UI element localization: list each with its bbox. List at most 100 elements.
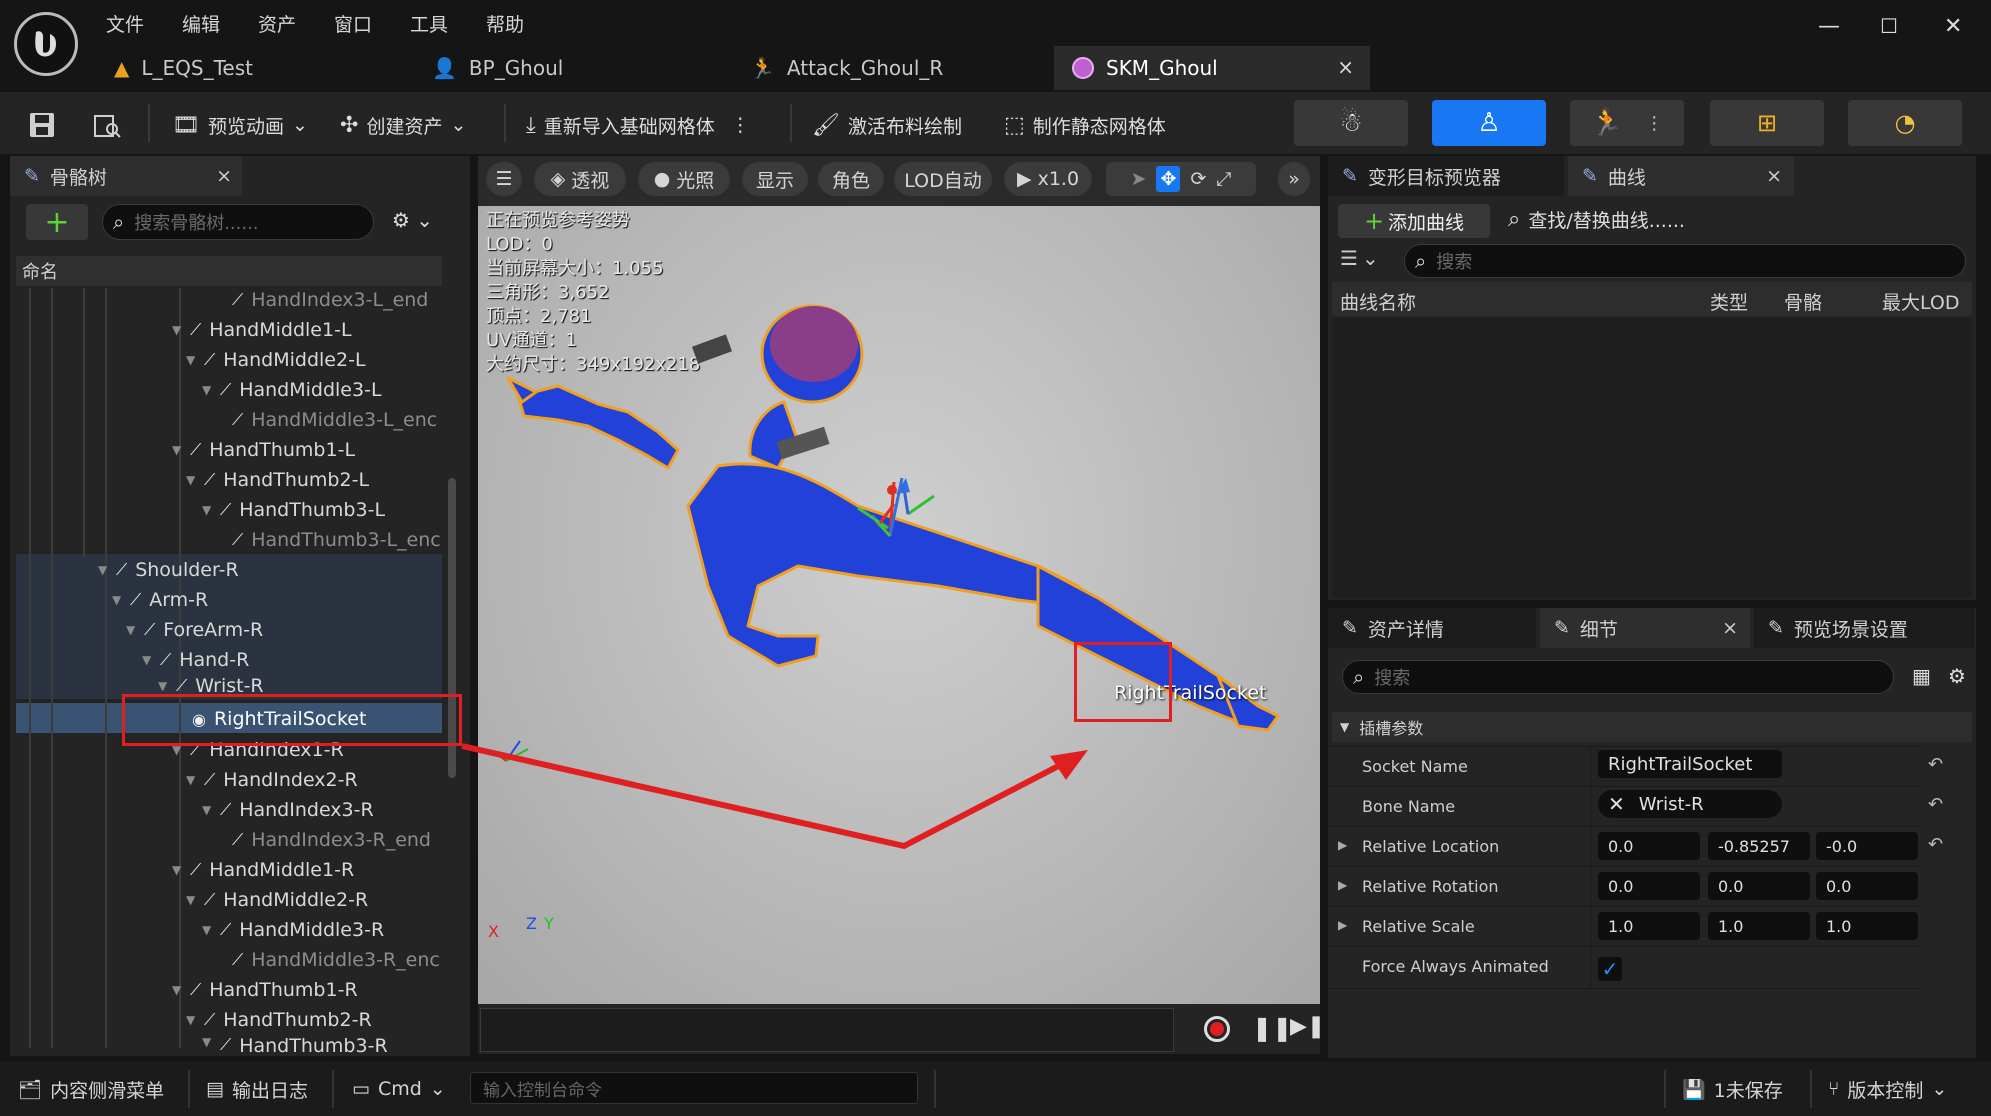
relative-rotation-y[interactable]: 0.0 [1708,872,1810,900]
tree-row[interactable]: ▼ ⟋ HandThumb3-R [202,1035,388,1053]
skeleton-mode-button[interactable]: ☃ [1294,100,1408,146]
expand-arrow-icon[interactable]: ▶ [1338,878,1347,892]
close-panel-button[interactable]: × [1766,165,1782,187]
tree-row[interactable]: ▼ ⟋ HandMiddle2-L [186,345,366,375]
tab-details[interactable]: ✎ 细节 × [1540,608,1750,648]
tree-row[interactable]: ⟋ HandIndex3-R_end [232,825,431,855]
relative-scale-x[interactable]: 1.0 [1598,912,1700,940]
expand-arrow-icon[interactable]: ▼ [172,983,186,997]
tab-skeleton-tree[interactable]: ✎ 骨骼树 × [10,156,242,196]
scale-tool-icon[interactable]: ⤢ [1216,168,1231,190]
add-curve-button[interactable]: + 添加曲线 [1338,204,1490,238]
record-button[interactable] [1204,1016,1230,1042]
tab-morph-target-preview[interactable]: ✎ 变形目标预览器 [1328,156,1564,196]
timeline-track[interactable] [480,1008,1174,1052]
expand-arrow-icon[interactable]: ▼ [202,383,216,397]
tab-asset-details[interactable]: ✎ 资产详情 [1328,608,1536,648]
tab-preview-scene-settings[interactable]: ✎ 预览场景设置 [1754,608,1974,648]
select-tool-icon[interactable]: ➤ [1131,168,1147,190]
expand-arrow-icon[interactable]: ▼ [202,923,216,937]
viewport-overflow-button[interactable]: » [1278,162,1310,196]
tree-row[interactable]: ▼ ⟋ HandMiddle3-R [202,915,384,945]
minimize-button[interactable]: — [1818,14,1840,39]
tree-row[interactable]: ▼ ⟋ Hand-R [142,645,249,675]
column-curve-name[interactable]: 曲线名称 [1340,288,1416,315]
rotate-tool-icon[interactable]: ⟳ [1190,168,1206,190]
doc-tab-animation[interactable]: 🏃 Attack_Ghoul_R [732,46,1032,90]
maximize-button[interactable]: ☐ [1880,14,1898,38]
menu-asset[interactable]: 资产 [258,10,296,37]
more-options-icon[interactable]: ⋮ [731,114,750,136]
expand-arrow-icon[interactable]: ▼ [126,623,140,637]
pause-button[interactable]: ❚❚ [1252,1014,1292,1042]
tree-row[interactable]: ▼ ⟋ HandThumb1-L [172,435,355,465]
tree-row[interactable]: ▼ ⟋ HandMiddle2-R [186,885,368,915]
socket-name-field[interactable]: RightTrailSocket [1598,750,1782,778]
expand-arrow-icon[interactable]: ▼ [112,593,126,607]
expand-arrow-icon[interactable]: ▼ [172,443,186,457]
details-search-input[interactable]: ⌕ 搜索 [1342,660,1894,694]
close-tab-button[interactable]: × [1337,55,1354,79]
mesh-mode-button[interactable]: ♙ [1432,100,1546,146]
column-max-lod[interactable]: 最大LOD [1882,288,1960,315]
column-type[interactable]: 类型 [1710,288,1748,315]
menu-file[interactable]: 文件 [106,10,144,37]
animation-mode-button[interactable]: 🏃 ⋮ [1570,100,1684,146]
skeleton-search-input[interactable]: ⌕ 搜索骨骼树...... [102,204,374,240]
source-control-dropdown[interactable]: ⑂ 版本控制 ⌄ [1828,1062,1947,1116]
tree-row[interactable]: ▼ ⟋ ForeArm-R [126,615,263,645]
tree-row[interactable]: ▼ ⟋ HandThumb1-R [172,975,358,1005]
tree-row[interactable]: ▼ ⟋ HandThumb2-L [186,465,369,495]
expand-arrow-icon[interactable]: ▼ [186,473,200,487]
expand-arrow-icon[interactable]: ▼ [202,1035,216,1049]
settings-dropdown[interactable]: ⚙ ⌄ [392,208,433,232]
expand-arrow-icon[interactable]: ▼ [172,323,186,337]
relative-rotation-x[interactable]: 0.0 [1598,872,1700,900]
cloth-paint-button[interactable]: 🖌 激活布料绘制 [812,100,962,150]
relative-location-x[interactable]: 0.0 [1598,832,1700,860]
close-panel-button[interactable]: × [216,165,232,187]
gear-icon[interactable]: ⚙ [1948,664,1966,688]
close-panel-button[interactable]: × [1722,617,1738,639]
expand-arrow-icon[interactable]: ▼ [158,679,172,693]
show-button[interactable]: 显示 [742,162,808,196]
viewport-menu-button[interactable]: ☰ [486,162,522,196]
doc-tab-blueprint[interactable]: 👤 BP_Ghoul [414,46,714,90]
lod-button[interactable]: LOD自动 [894,162,992,196]
lighting-button[interactable]: ● 光照 [638,162,730,196]
curves-search-input[interactable]: ⌕ 搜索 [1404,244,1966,278]
make-static-mesh-button[interactable]: ⬚ 制作静态网格体 [1004,100,1166,150]
expand-arrow-icon[interactable]: ▼ [186,1013,200,1027]
character-button[interactable]: 角色 [818,162,884,196]
table-view-icon[interactable]: ▦ [1912,664,1931,688]
tree-row[interactable]: ▼ ⟋ HandMiddle1-R [172,855,354,885]
more-options-icon[interactable]: ⋮ [1645,113,1663,134]
add-bone-button[interactable]: + [26,204,88,240]
reset-arrow-icon[interactable]: ↶ [1928,794,1943,815]
find-replace-curves-button[interactable]: ⌕ 查找/替换曲线...... [1508,206,1685,233]
browse-button[interactable] [92,100,122,150]
relative-scale-z[interactable]: 1.0 [1816,912,1918,940]
preview-anim-dropdown[interactable]: 🎞 预览动画 ⌄ [172,100,308,150]
bone-name-field[interactable]: ✕ Wrist-R [1598,790,1782,818]
console-input[interactable]: 输入控制台命令 [470,1072,918,1104]
unreal-logo[interactable] [14,12,78,76]
physics-mode-button[interactable]: ◔ [1848,100,1962,146]
clear-icon[interactable]: ✕ [1608,792,1625,816]
content-drawer-button[interactable]: 🗂 内容侧滑菜单 [18,1062,164,1116]
expand-arrow-icon[interactable]: ▼ [186,773,200,787]
tree-row[interactable]: ⟋ HandMiddle3-L_enc [232,405,437,435]
tree-row[interactable]: ▼ ⟋ HandMiddle3-L [202,375,382,405]
doc-tab-skeletal-mesh[interactable]: SKM_Ghoul × [1054,46,1370,90]
save-button[interactable] [28,100,56,150]
tab-curves[interactable]: ✎ 曲线 × [1568,156,1794,196]
tree-row[interactable]: ⟋ HandThumb3-L_enc [232,525,441,555]
reimport-mesh-button[interactable]: ⤓ 重新导入基础网格体 ⋮ [526,100,750,150]
expand-arrow-icon[interactable]: ▼ [186,353,200,367]
menu-window[interactable]: 窗口 [334,10,372,37]
create-asset-dropdown[interactable]: ✣ 创建资产 ⌄ [340,100,466,150]
unsaved-button[interactable]: 💾 1未保存 [1682,1062,1783,1116]
menu-edit[interactable]: 编辑 [182,10,220,37]
relative-rotation-z[interactable]: 0.0 [1816,872,1918,900]
tree-row[interactable]: ▼ ⟋ HandThumb3-L [202,495,385,525]
